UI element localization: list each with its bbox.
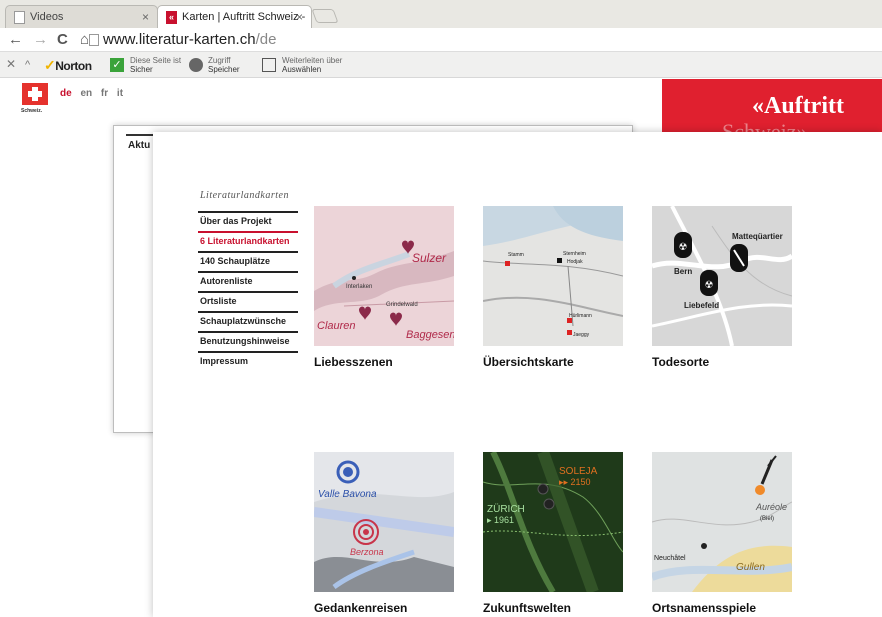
map-thumbnail-gedankenreisen[interactable]: Valle Bavona Berzona bbox=[313, 452, 455, 592]
card-title[interactable]: Todesorte bbox=[652, 355, 792, 369]
lang-de[interactable]: de bbox=[60, 88, 72, 99]
map-card-todesorte[interactable]: ☢ ☢ Matteqüartier Bern Liebefeld Todesor… bbox=[651, 205, 794, 369]
edit-icon bbox=[262, 58, 276, 72]
card-title[interactable]: Ortsnamensspiele bbox=[652, 601, 792, 615]
page-icon bbox=[89, 34, 99, 46]
map-label: (Biel) bbox=[760, 516, 774, 522]
lang-en[interactable]: en bbox=[80, 88, 92, 99]
background-heading: Aktu bbox=[128, 140, 151, 151]
close-toolbar-icon[interactable]: ✕ bbox=[6, 57, 16, 71]
menu-item-usage[interactable]: Benutzungshinweise bbox=[198, 331, 298, 351]
swiss-logo-label: Schweiz. bbox=[21, 108, 43, 114]
safe-check-icon: ✓ bbox=[110, 58, 124, 72]
tab-bar: Videos × « Karten | Auftritt Schweiz - × bbox=[0, 0, 882, 28]
norton-check-icon: ✓ bbox=[44, 57, 56, 73]
map-thumbnail-uebersichtskarte[interactable]: Stamm Sternheim Hodjak Hürlimann Jaeggy bbox=[482, 206, 624, 346]
map-label: Grindelwald bbox=[386, 302, 418, 308]
map-label: Matteqüartier bbox=[732, 232, 783, 241]
language-switcher: de en fr it bbox=[60, 88, 123, 99]
web-page: Schweiz. de en fr it «Auftritt Schweiz» … bbox=[0, 79, 882, 617]
reload-icon[interactable]: C bbox=[57, 31, 68, 48]
vault-icon bbox=[189, 58, 203, 72]
card-title[interactable]: Übersichtskarte bbox=[483, 355, 623, 369]
map-label: Neuchâtel bbox=[654, 555, 686, 562]
menu-item-wishes[interactable]: Schauplatzwünsche bbox=[198, 311, 298, 331]
map-label: Hürlimann bbox=[569, 313, 592, 319]
lang-it[interactable]: it bbox=[117, 88, 123, 99]
tab-karten[interactable]: « Karten | Auftritt Schweiz - × bbox=[157, 5, 312, 28]
map-label: Valle Bavona bbox=[318, 489, 377, 500]
menu-item-about[interactable]: Über das Projekt bbox=[198, 211, 298, 231]
map-thumbnail-zukunftswelten[interactable]: SOLEJA ▸▸ 2150 ZÜRICH ▸ 1961 bbox=[482, 449, 624, 595]
safe-web-button[interactable]: Diese Seite ist Sicher bbox=[130, 56, 181, 74]
collapse-icon[interactable]: ^ bbox=[25, 59, 30, 71]
tab-label: Karten | Auftritt Schweiz - bbox=[182, 11, 306, 23]
menu-item-imprint[interactable]: Impressum bbox=[198, 351, 298, 371]
close-tab-icon[interactable]: × bbox=[142, 10, 149, 24]
map-card-zukunftswelten[interactable]: SOLEJA ▸▸ 2150 ZÜRICH ▸ 1961 Zukunftswel… bbox=[482, 449, 624, 615]
map-label: SOLEJA bbox=[559, 466, 598, 477]
map-label: Baggesen bbox=[406, 329, 454, 341]
forward-icon[interactable]: → bbox=[33, 31, 48, 48]
map-overlay: Literaturlandkarten Über das Projekt 6 L… bbox=[153, 132, 882, 617]
map-label: Bern bbox=[674, 267, 692, 276]
map-thumbnail-ortsnamensspiele[interactable]: Auréole (Biel) Neuchâtel Gullen bbox=[650, 452, 793, 592]
norton-label: Norton bbox=[55, 59, 92, 73]
map-label: Berzona bbox=[350, 547, 384, 557]
card-title[interactable]: Liebesszenen bbox=[314, 355, 454, 369]
home-icon[interactable]: ⌂ bbox=[80, 31, 89, 48]
menu-item-maps[interactable]: 6 Literaturlandkarten bbox=[198, 231, 298, 251]
radiation-icon: ☢ bbox=[705, 280, 714, 291]
radiation-icon: ☢ bbox=[679, 242, 688, 253]
map-label: Stamm bbox=[508, 252, 524, 258]
back-icon[interactable]: ← bbox=[8, 31, 23, 48]
map-label: Interlaken bbox=[346, 284, 372, 290]
address-path: /de bbox=[255, 31, 277, 48]
forward-select-button[interactable]: Weiterleiten über Auswählen bbox=[282, 56, 342, 74]
new-tab-button[interactable] bbox=[311, 9, 339, 23]
map-label: Sulzer bbox=[412, 251, 447, 265]
map-thumbnail-liebesszenen[interactable]: Sulzer Interlaken Grindelwald Clauren Ba… bbox=[314, 206, 456, 346]
page-icon bbox=[14, 11, 25, 24]
norton-logo[interactable]: ✓Norton bbox=[44, 57, 92, 74]
tab-videos[interactable]: Videos × bbox=[5, 5, 158, 28]
map-label: Liebefeld bbox=[684, 301, 719, 310]
map-card-liebesszenen[interactable]: Sulzer Interlaken Grindelwald Clauren Ba… bbox=[314, 206, 456, 369]
map-card-gedankenreisen[interactable]: Valle Bavona Berzona Gedankenreisen bbox=[313, 452, 455, 615]
map-label: Hodjak bbox=[567, 259, 583, 265]
map-card-uebersichtskarte[interactable]: Stamm Sternheim Hodjak Hürlimann Jaeggy … bbox=[482, 206, 624, 369]
menu-item-locations[interactable]: 140 Schauplätze bbox=[198, 251, 298, 271]
map-label: Clauren bbox=[317, 320, 356, 332]
map-card-ortsnamensspiele[interactable]: Auréole (Biel) Neuchâtel Gullen Ortsname… bbox=[650, 452, 793, 615]
swiss-flag-icon[interactable] bbox=[22, 83, 48, 105]
card-title[interactable]: Gedankenreisen bbox=[314, 601, 454, 615]
map-thumbnail-todesorte[interactable]: ☢ ☢ Matteqüartier Bern Liebefeld bbox=[651, 205, 794, 347]
norton-toolbar: ✕ ^ ✓Norton ✓ Diese Seite ist Sicher Zugr… bbox=[0, 52, 882, 78]
navigation-bar: ← → C ⌂ www.literatur-karten.ch/de bbox=[0, 28, 882, 52]
map-label: ▸▸ 2150 bbox=[559, 477, 591, 487]
close-tab-icon[interactable]: × bbox=[296, 10, 303, 24]
map-label: Auréole bbox=[755, 502, 787, 512]
map-label: ZÜRICH bbox=[487, 503, 525, 515]
sidebar-title: Literaturlandkarten bbox=[200, 190, 289, 201]
address-bar[interactable]: www.literatur-karten.ch/de bbox=[103, 31, 276, 48]
map-label: Jaeggy bbox=[573, 332, 590, 338]
vault-button[interactable]: Zugriff Speicher bbox=[208, 56, 240, 74]
map-label: Gullen bbox=[736, 562, 765, 573]
map-label: ▸ 1961 bbox=[487, 515, 514, 525]
brand-logo[interactable]: «Auftritt bbox=[752, 93, 844, 120]
card-title[interactable]: Zukunftswelten bbox=[483, 601, 623, 615]
menu-item-authors[interactable]: Autorenliste bbox=[198, 271, 298, 291]
map-label: Sternheim bbox=[563, 251, 586, 257]
sidebar-menu: Über das Projekt 6 Literaturlandkarten 1… bbox=[198, 211, 298, 371]
tab-label: Videos bbox=[30, 11, 64, 23]
site-favicon-icon: « bbox=[166, 11, 177, 24]
lang-fr[interactable]: fr bbox=[101, 88, 108, 99]
menu-item-places[interactable]: Ortsliste bbox=[198, 291, 298, 311]
address-domain: www.literatur-karten.ch bbox=[103, 31, 256, 48]
